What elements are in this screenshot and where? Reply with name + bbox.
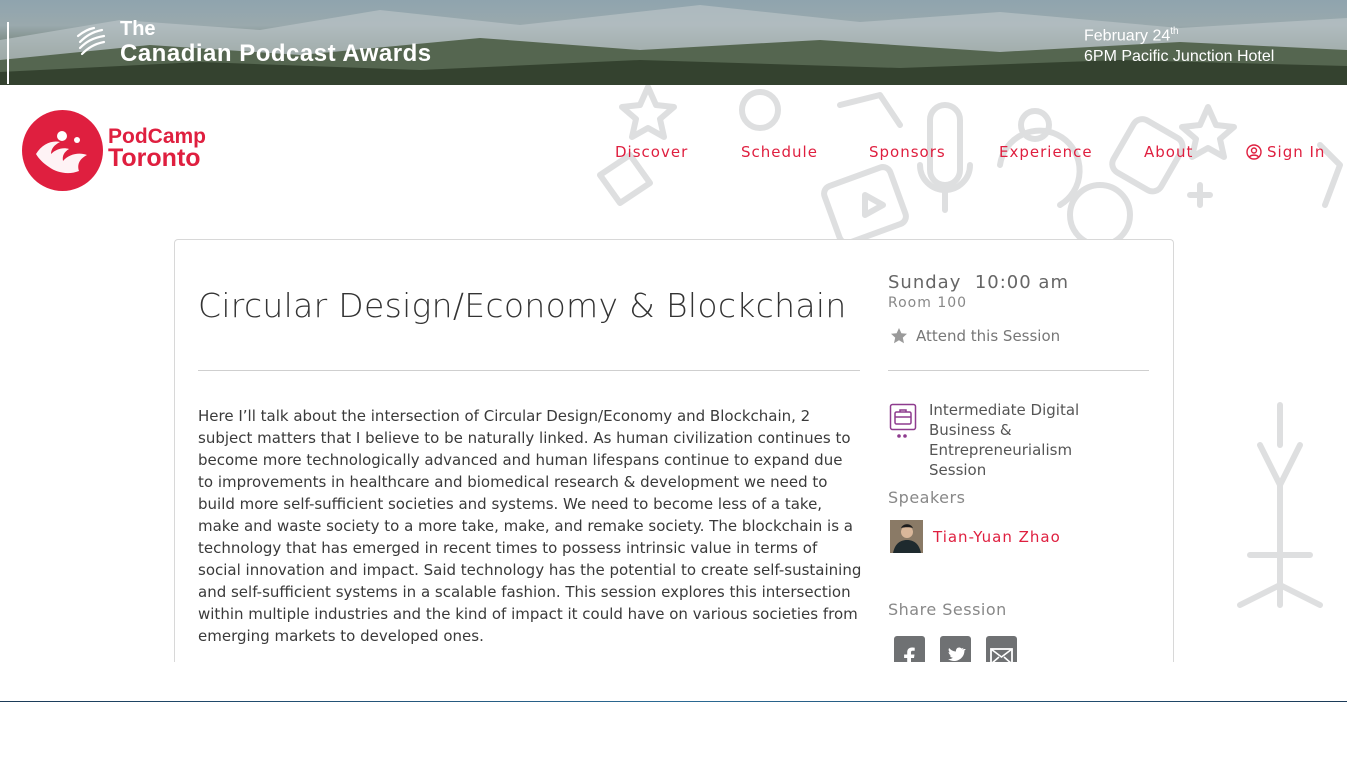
nav-discover[interactable]: Discover bbox=[615, 143, 688, 161]
nav-about[interactable]: About bbox=[1144, 143, 1193, 161]
attend-session-button[interactable]: Attend this Session bbox=[890, 326, 1060, 346]
briefcase-icon bbox=[889, 403, 917, 438]
podcamp-logo[interactable]: PodCamp Toronto bbox=[22, 110, 242, 192]
session-room: Room 100 bbox=[888, 295, 968, 311]
banner-date: February 24th bbox=[1084, 26, 1179, 45]
session-day: Sunday bbox=[888, 272, 962, 293]
nav-signin-label: Sign In bbox=[1267, 143, 1326, 161]
page-footer-area bbox=[0, 662, 1366, 768]
star-icon bbox=[891, 328, 907, 344]
speakers-heading: Speakers bbox=[888, 488, 966, 507]
footer-divider bbox=[0, 701, 1347, 702]
nav-schedule[interactable]: Schedule bbox=[741, 143, 818, 161]
session-day-time: Sunday 10:00 am bbox=[888, 272, 1069, 293]
banner-the: The bbox=[120, 18, 156, 40]
scrollbar[interactable] bbox=[1347, 0, 1366, 768]
session-title: Circular Design/Economy & Blockchain bbox=[198, 286, 847, 325]
nav-sponsors[interactable]: Sponsors bbox=[869, 143, 946, 161]
session-time: 10:00 am bbox=[974, 272, 1069, 293]
awards-logo-icon bbox=[76, 26, 106, 56]
banner-edge bbox=[7, 22, 9, 84]
user-circle-icon bbox=[1246, 144, 1262, 160]
attend-label: Attend this Session bbox=[916, 327, 1061, 345]
speaker-link[interactable]: Tian-Yuan Zhao bbox=[933, 528, 1061, 546]
banner-title: Canadian Podcast Awards bbox=[120, 40, 432, 67]
podcamp-logo-icon bbox=[22, 110, 103, 191]
speaker-avatar[interactable] bbox=[890, 520, 923, 553]
awards-banner[interactable]: The Canadian Podcast Awards February 24t… bbox=[0, 0, 1347, 85]
banner-venue: 6PM Pacific Junction Hotel bbox=[1084, 48, 1275, 65]
title-divider bbox=[198, 370, 860, 371]
nav-experience[interactable]: Experience bbox=[999, 143, 1093, 161]
logo-line2: Toronto bbox=[108, 144, 201, 172]
share-heading: Share Session bbox=[888, 600, 1007, 619]
session-description: Here I’ll talk about the intersection of… bbox=[198, 407, 862, 645]
session-track: Intermediate Digital Business & Entrepre… bbox=[929, 401, 1080, 479]
side-divider bbox=[888, 370, 1149, 371]
nav-signin[interactable]: Sign In bbox=[1246, 143, 1325, 161]
